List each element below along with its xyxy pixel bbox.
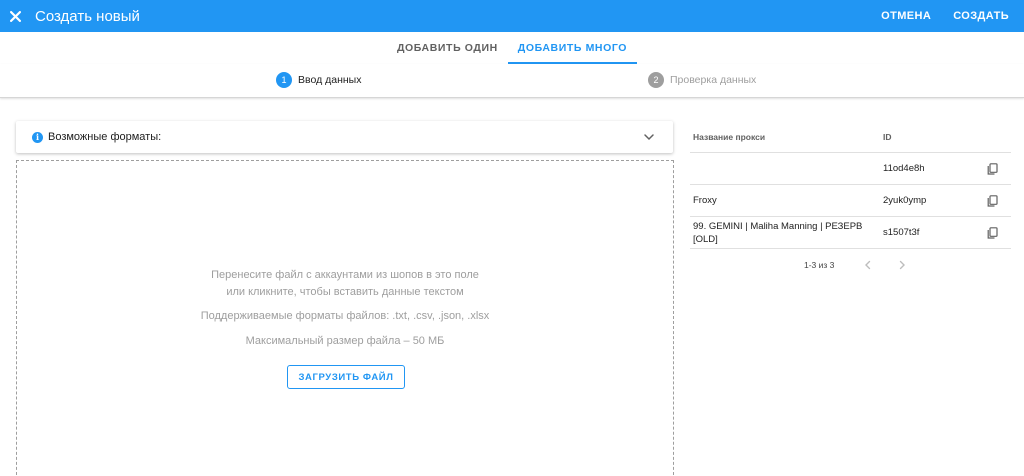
proxy-name-line: [OLD] <box>693 233 718 245</box>
max-size-text: Максимальный размер файла – 50 МБ <box>245 335 445 347</box>
upload-file-button[interactable]: ЗАГРУЗИТЬ ФАЙЛ <box>287 365 405 389</box>
pagination: 1-3 из 3 <box>690 249 1011 281</box>
proxy-id: 11od4e8h <box>883 163 925 174</box>
supported-formats-text: Поддерживаемые форматы файлов: .txt, .cs… <box>200 310 490 322</box>
tab-add-many[interactable]: ДОБАВИТЬ МНОГО <box>507 32 638 64</box>
proxy-name: Froxy <box>690 194 883 207</box>
stepper: 1 Ввод данных 2 Проверка данных <box>0 64 1024 98</box>
formats-label: Возможные форматы: <box>48 131 162 143</box>
formats-expander[interactable]: i Возможные форматы: <box>16 121 673 153</box>
step-label: Проверка данных <box>670 74 757 86</box>
proxy-id: 2yuk0ymp <box>883 195 927 206</box>
proxy-name-line: Froxy <box>693 195 717 206</box>
copy-icon[interactable] <box>987 227 998 239</box>
proxy-table: Название прокси ID 11od4e8h Froxy 2yuk0y… <box>690 121 1011 281</box>
dropzone-line-1: Перенесите файл с аккаунтами из шопов в … <box>211 269 479 281</box>
proxy-name-line: 99. GEMINI | Maliha Manning | РЕЗЕРВ <box>693 220 863 232</box>
close-icon <box>9 10 21 22</box>
top-app-bar: Создать новый ОТМЕНА СОЗДАТЬ <box>0 0 1024 32</box>
chevron-left-icon[interactable] <box>862 259 874 271</box>
pagination-range: 1-3 из 3 <box>804 260 835 270</box>
dropzone-line-2: или кликните, чтобы вставить данные текс… <box>226 286 464 298</box>
info-icon: i <box>32 131 43 143</box>
chevron-down-icon <box>644 134 654 141</box>
step-data-input[interactable]: 1 Ввод данных <box>276 72 361 88</box>
chevron-right-icon[interactable] <box>896 259 908 271</box>
file-dropzone[interactable]: Перенесите файл с аккаунтами из шопов в … <box>16 160 674 476</box>
create-button[interactable]: СОЗДАТЬ <box>942 0 1024 32</box>
mode-tabs: ДОБАВИТЬ ОДИН ДОБАВИТЬ МНОГО <box>0 32 1024 64</box>
step-label: Ввод данных <box>298 74 362 86</box>
column-id: ID <box>883 131 892 142</box>
table-row: 11od4e8h <box>690 153 1011 185</box>
close-button[interactable] <box>0 0 26 32</box>
table-header: Название прокси ID <box>690 121 1011 153</box>
step-data-check[interactable]: 2 Проверка данных <box>648 72 756 88</box>
table-row: Froxy 2yuk0ymp <box>690 185 1011 217</box>
column-proxy-name: Название прокси <box>693 131 766 142</box>
top-actions: ОТМЕНА СОЗДАТЬ <box>870 0 1024 32</box>
proxy-id: s1507t3f <box>883 227 920 238</box>
table-row: 99. GEMINI | Maliha Manning | РЕЗЕРВ [OL… <box>690 217 1011 249</box>
tab-add-one[interactable]: ДОБАВИТЬ ОДИН <box>387 32 508 64</box>
step-number: 2 <box>648 72 664 88</box>
step-number: 1 <box>276 72 292 88</box>
copy-icon[interactable] <box>987 195 998 207</box>
cancel-button[interactable]: ОТМЕНА <box>870 0 942 32</box>
proxy-name: 99. GEMINI | Maliha Manning | РЕЗЕРВ [OL… <box>690 220 883 246</box>
dialog-title: Создать новый <box>35 7 140 25</box>
dropzone-instructions: Перенесите файл с аккаунтами из шопов в … <box>17 267 673 301</box>
copy-icon[interactable] <box>987 163 998 175</box>
